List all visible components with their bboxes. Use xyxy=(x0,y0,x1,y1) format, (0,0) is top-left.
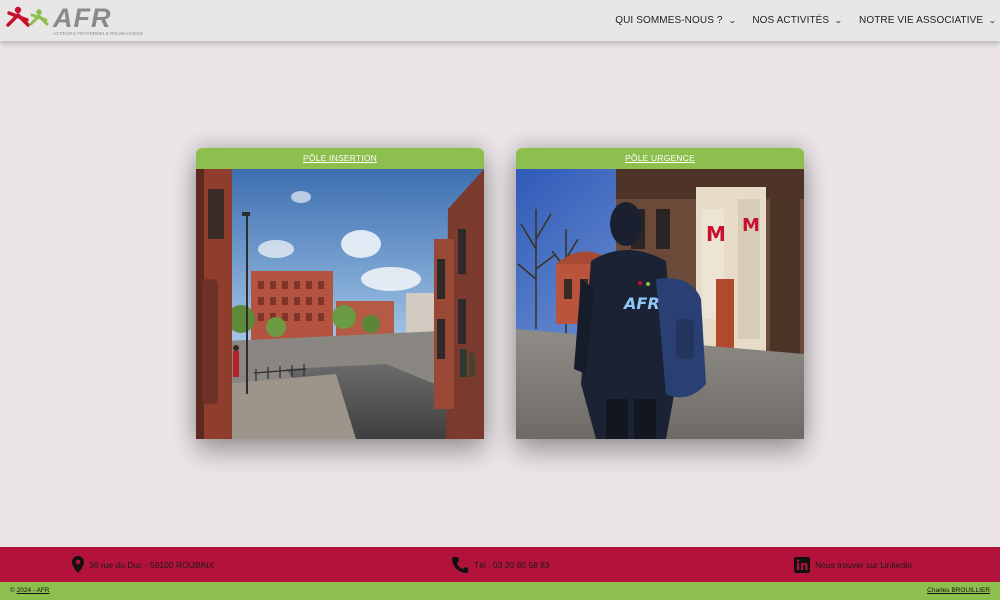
logo-wordmark: AFR xyxy=(53,3,112,33)
linkedin-text: Nous trouver sur Linkedin xyxy=(815,559,912,570)
contact-footer: 36 rue du Duc - 59100 ROUBAIX Tél : 03 2… xyxy=(0,547,1000,582)
main-nav: QUI SOMMES-NOUS ? ⌄ NOS ACTIVITÉS ⌄ NOTR… xyxy=(598,0,998,41)
card-title-link[interactable]: PÔLE INSERTION xyxy=(196,148,484,169)
copyright: © 2024 - AFR xyxy=(10,587,50,594)
copyright-link[interactable]: 2024 - AFR xyxy=(17,587,50,594)
svg-text:AFR: AFR xyxy=(622,294,660,313)
afr-logo[interactable]: AFR ACTEURS FRATERNELS ROUBAISIENS xyxy=(6,3,143,39)
nav-item-label: NOTRE VIE ASSOCIATIVE xyxy=(859,15,984,26)
linkedin-link[interactable]: Nous trouver sur Linkedin xyxy=(794,547,912,582)
card-pole-urgence[interactable]: PÔLE URGENCE M M AFR xyxy=(516,148,804,439)
person-with-backpack-photo[interactable]: M M AFR xyxy=(516,169,804,439)
nav-item-notre-vie-associative[interactable]: NOTRE VIE ASSOCIATIVE ⌄ xyxy=(859,15,998,26)
card-pole-insertion[interactable]: PÔLE INSERTION xyxy=(196,148,484,439)
phone-icon xyxy=(452,556,468,573)
logo-tagline: ACTEURS FRATERNELS ROUBAISIENS xyxy=(53,31,144,36)
linkedin-icon xyxy=(794,556,810,573)
logo-figures-icon xyxy=(6,6,49,27)
chevron-down-icon: ⌄ xyxy=(834,16,844,25)
chevron-down-icon: ⌄ xyxy=(988,16,998,25)
chevron-down-icon: ⌄ xyxy=(727,16,737,25)
nav-item-qui-sommes-nous[interactable]: QUI SOMMES-NOUS ? ⌄ xyxy=(615,15,737,26)
site-header: AFR ACTEURS FRATERNELS ROUBAISIENS QUI S… xyxy=(0,0,1000,41)
phone-text: Tél : 03 20 80 58 83 xyxy=(474,559,550,570)
copyright-bar: © 2024 - AFR Charles BROUILLIER xyxy=(0,582,1000,600)
map-pin-icon xyxy=(72,556,84,573)
nav-item-label: QUI SOMMES-NOUS ? xyxy=(615,15,723,26)
copyright-symbol: © xyxy=(10,587,15,594)
street-scene-photo[interactable] xyxy=(196,169,484,439)
address-text: 36 rue du Duc - 59100 ROUBAIX xyxy=(89,559,215,570)
svg-text:M: M xyxy=(706,222,726,246)
nav-item-label: NOS ACTIVITÉS xyxy=(752,15,830,26)
phone-item: Tél : 03 20 80 58 83 xyxy=(451,547,550,582)
card-title-link[interactable]: PÔLE URGENCE xyxy=(516,148,804,169)
nav-item-nos-activites[interactable]: NOS ACTIVITÉS ⌄ xyxy=(752,15,844,26)
address-item: 36 rue du Duc - 59100 ROUBAIX xyxy=(72,547,214,582)
svg-text:M: M xyxy=(742,215,760,236)
credit-link[interactable]: Charles BROUILLIER xyxy=(927,587,990,594)
